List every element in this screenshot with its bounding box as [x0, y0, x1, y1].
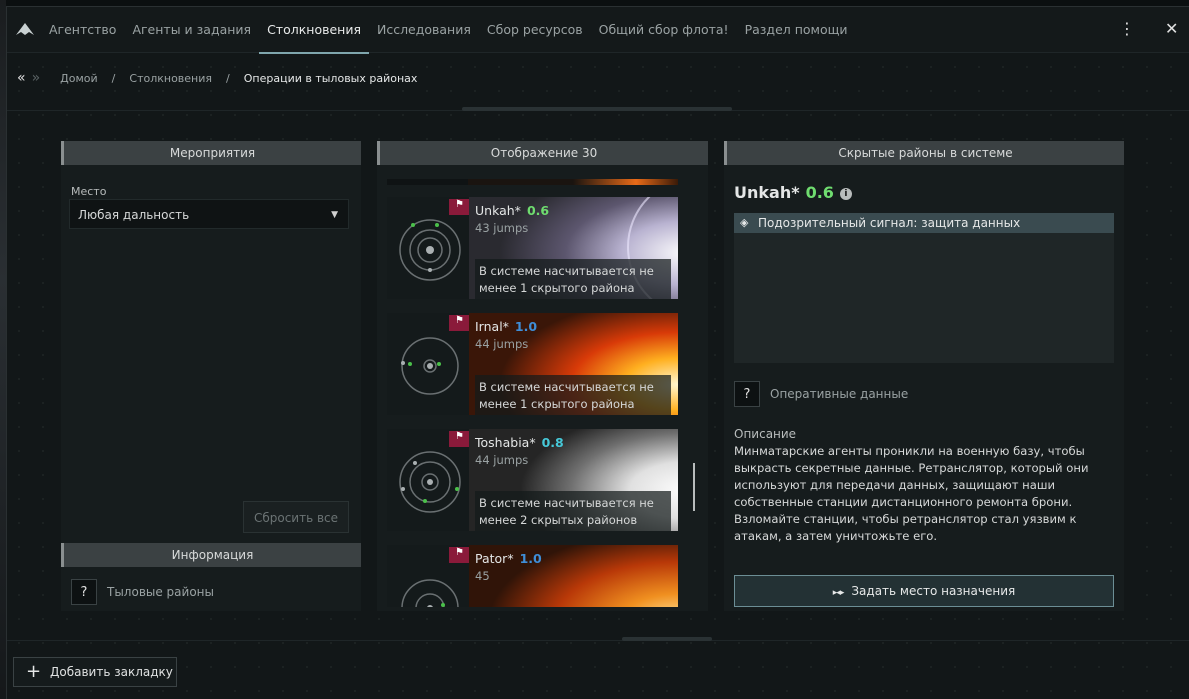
- breadcrumb-separator: /: [111, 71, 116, 85]
- selected-system-name: Unkah*: [734, 183, 800, 202]
- back-icon[interactable]: «: [17, 70, 25, 86]
- selected-system-security: 0.6: [805, 183, 834, 202]
- site-label: Подозрительный сигнал: защита данных: [758, 216, 1021, 230]
- add-bookmark-button[interactable]: + Добавить закладку: [13, 657, 177, 687]
- location-value: Любая дальность: [78, 208, 190, 222]
- sites-note: В системе насчитывается не менее 2 скрыт…: [475, 491, 671, 531]
- divider-handle: [622, 637, 712, 641]
- breadcrumb-separator: /: [226, 71, 230, 85]
- sites-note: В системе насчитывается не менее 1 скрыт…: [475, 375, 671, 415]
- tab-bar: Агентство Агенты и задания Столкновения …: [7, 7, 1189, 54]
- tab-agents-missions[interactable]: Агенты и задания: [124, 7, 259, 53]
- reset-all-button[interactable]: Сбросить все: [243, 501, 349, 533]
- security-status: 0.6: [526, 203, 550, 218]
- add-bookmark-label: Добавить закладку: [50, 665, 173, 679]
- description-text: Минматарские агенты проникли на военную …: [734, 444, 1089, 543]
- system-orbit-icon: [401, 579, 459, 607]
- system-card-partial[interactable]: [387, 179, 678, 185]
- system-name: Unkah* 0.6: [475, 203, 550, 218]
- system-card[interactable]: ⚑ Toshabia* 0.8 44 jumps В системе насчит…: [387, 429, 678, 531]
- sites-list: ◈ Подозрительный сигнал: защита данных: [734, 213, 1114, 363]
- security-status: 0.8: [541, 435, 564, 450]
- jumps-count: 44 jumps: [475, 453, 529, 467]
- location-label: Место: [71, 185, 107, 198]
- details-panel-title: Скрытые районы в системе: [724, 141, 1124, 165]
- jumps-count: 44 jumps: [475, 337, 529, 351]
- system-name: Irnal* 1.0: [475, 319, 538, 334]
- route-icon: ▸◂▸: [832, 588, 845, 598]
- tab-resource-harvesting[interactable]: Сбор ресурсов: [479, 7, 591, 53]
- agency-logo-icon: [16, 23, 34, 35]
- flag-icon: ⚑: [455, 199, 464, 210]
- sites-note: В системе насчитывается не менее 1 скрыт…: [475, 259, 671, 299]
- tab-agency[interactable]: Агентство: [41, 7, 124, 53]
- info-section-title: Информация: [61, 543, 361, 567]
- forward-icon[interactable]: »: [32, 70, 40, 86]
- set-destination-button[interactable]: ▸◂▸ Задать место назначения: [734, 575, 1114, 607]
- events-panel-title: Мероприятия: [61, 141, 361, 165]
- chevron-down-icon: ▼: [331, 210, 338, 220]
- help-icon[interactable]: ?: [734, 381, 760, 407]
- security-status: 1.0: [514, 319, 538, 334]
- more-vertical-icon[interactable]: ⋮: [1119, 19, 1135, 38]
- system-orbit-icon: [399, 451, 461, 513]
- tab-fleet-up[interactable]: Общий сбор флота!: [591, 7, 737, 53]
- system-card[interactable]: ⚑ Unkah* 0.6 43 jumps В системе насчитыва…: [387, 197, 678, 299]
- info-row: ? Тыловые районы: [71, 579, 214, 605]
- systems-list: ⚑ Unkah* 0.6 43 jumps В системе насчитыва…: [387, 179, 679, 607]
- events-panel: Мероприятия Место Любая дальность ▼ Сбро…: [61, 141, 361, 611]
- system-card[interactable]: ⚑ Pator* 1.0 45: [387, 545, 678, 607]
- site-row[interactable]: ◈ Подозрительный сигнал: защита данных: [734, 213, 1114, 233]
- tab-exploration[interactable]: Исследования: [369, 7, 479, 53]
- info-label: Тыловые районы: [107, 585, 214, 599]
- divider: [7, 640, 1189, 641]
- agency-window: Агентство Агенты и задания Столкновения …: [6, 6, 1189, 699]
- details-panel: Скрытые районы в системе Unkah* 0.6 i ◈ По…: [724, 141, 1124, 611]
- breadcrumb-current: Операции в тыловых районах: [243, 71, 418, 85]
- breadcrumb-home[interactable]: Домой: [60, 72, 98, 85]
- system-name: Pator* 1.0: [475, 551, 542, 566]
- operative-data-row: ? Оперативные данные: [734, 381, 908, 407]
- tab-encounters[interactable]: Столкновения: [259, 7, 369, 54]
- selected-system: Unkah* 0.6 i: [734, 183, 852, 202]
- list-scrollbar[interactable]: [693, 463, 695, 511]
- signal-icon: ◈: [740, 216, 749, 229]
- plus-icon: +: [26, 661, 42, 682]
- close-icon[interactable]: ✕: [1165, 19, 1178, 38]
- system-name: Toshabia* 0.8: [475, 435, 564, 450]
- system-orbit-icon: [399, 219, 461, 281]
- help-icon[interactable]: ?: [71, 579, 97, 605]
- jumps-count: 43 jumps: [475, 221, 529, 235]
- flag-icon: ⚑: [455, 547, 464, 558]
- system-card[interactable]: ⚑ Irnal* 1.0 44 jumps В системе насчитыва…: [387, 313, 678, 415]
- divider-handle: [462, 107, 732, 111]
- security-status: 1.0: [519, 551, 542, 566]
- jumps-count: 45: [475, 569, 490, 583]
- info-icon[interactable]: i: [839, 188, 852, 200]
- operative-data-label: Оперативные данные: [770, 387, 909, 401]
- flag-icon: ⚑: [455, 315, 464, 326]
- systems-list-title: Отображение 30: [377, 141, 708, 165]
- system-art: [468, 179, 678, 185]
- flag-icon: ⚑: [455, 431, 464, 442]
- description-title: Описание: [734, 427, 797, 441]
- system-orbit-icon: [401, 337, 459, 395]
- tab-help[interactable]: Раздел помощи: [737, 7, 856, 53]
- breadcrumb: « » Домой / Столкновения / Операции в ты…: [17, 69, 417, 87]
- location-dropdown[interactable]: Любая дальность ▼: [69, 199, 349, 229]
- systems-list-panel: Отображение 30 ⚑ Unkah* 0.6 43 jumps В с…: [377, 141, 708, 611]
- breadcrumb-encounters[interactable]: Столкновения: [129, 72, 212, 85]
- set-destination-label: Задать место назначения: [851, 584, 1016, 598]
